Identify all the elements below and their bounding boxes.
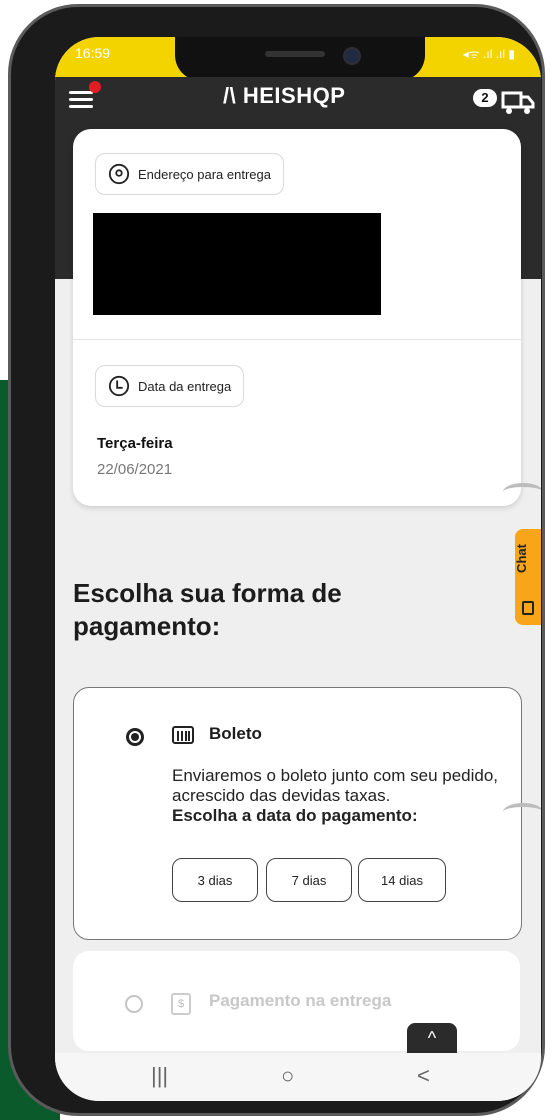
chat-tab[interactable]: Chat xyxy=(513,529,541,625)
phone-frame: 16:59 ◂ᯤ .ıl .ıl ▮ /\ HEISHQP 2 Endereço… xyxy=(8,4,545,1116)
payment-section-title: Escolha sua forma de pagamento: xyxy=(73,578,342,641)
cart-count-badge: 2 xyxy=(473,89,497,107)
menu-line xyxy=(69,98,93,101)
android-navigation-bar: ||| ○ < xyxy=(55,1053,541,1101)
notification-dot xyxy=(89,81,101,93)
boleto-radio[interactable] xyxy=(126,728,144,746)
barcode-icon xyxy=(172,726,194,744)
payment-7-days-button[interactable]: 7 dias xyxy=(266,858,352,902)
cash-icon: $ xyxy=(171,993,191,1015)
chat-label: Chat xyxy=(513,544,529,573)
back-button[interactable]: < xyxy=(417,1063,430,1089)
home-button[interactable]: ○ xyxy=(281,1063,294,1089)
payment-14-days-button[interactable]: 14 dias xyxy=(358,858,446,902)
logo-text: HEISHQP xyxy=(242,83,346,108)
recent-apps-button[interactable]: ||| xyxy=(151,1063,168,1089)
boleto-label: Boleto xyxy=(209,724,262,743)
boleto-option-card[interactable]: Boleto Enviaremos o boleto junto com seu… xyxy=(73,687,522,940)
scroll-indicator-arc xyxy=(503,803,541,821)
delivery-card: Endereço para entrega Data da entrega Te… xyxy=(73,129,521,506)
front-camera xyxy=(343,47,361,65)
scroll-indicator-arc xyxy=(503,483,541,501)
payment-3-days-button[interactable]: 3 dias xyxy=(172,858,258,902)
redacted-address xyxy=(93,213,381,315)
clock-icon xyxy=(108,375,130,397)
delivery-date-pill[interactable]: Data da entrega xyxy=(95,365,245,407)
scroll-to-top-button[interactable]: ^ xyxy=(407,1023,457,1053)
menu-line xyxy=(69,91,93,94)
app-screen: 16:59 ◂ᯤ .ıl .ıl ▮ /\ HEISHQP 2 Endereço… xyxy=(55,37,541,1101)
camera-notch xyxy=(175,37,425,81)
cash-on-delivery-radio[interactable] xyxy=(125,995,143,1013)
status-time: 16:59 xyxy=(75,45,111,61)
delivery-date: 22/06/2021 xyxy=(97,461,173,478)
boleto-description: Enviaremos o boleto junto com seu pedido… xyxy=(172,766,502,826)
cash-on-delivery-label: Pagamento na entrega xyxy=(209,991,392,1010)
boleto-description-text: Enviaremos o boleto junto com seu pedido… xyxy=(172,766,499,805)
choose-date-prompt: Escolha a data do pagamento: xyxy=(172,806,418,825)
address-label: Endereço para entrega xyxy=(138,166,271,182)
address-pill[interactable]: Endereço para entrega xyxy=(95,153,284,195)
heishop-logo[interactable]: /\ HEISHQP xyxy=(223,83,345,109)
truck-icon xyxy=(501,91,535,114)
hamburger-menu-button[interactable] xyxy=(69,81,101,111)
card-divider xyxy=(73,339,521,340)
menu-line xyxy=(69,105,93,108)
status-icons: ◂ᯤ .ıl .ıl ▮ xyxy=(462,47,515,61)
chat-icon xyxy=(522,601,534,615)
delivery-date-label: Data da entrega xyxy=(138,378,232,394)
logo-mark: /\ xyxy=(223,83,243,108)
speaker-grille xyxy=(265,51,325,57)
delivery-weekday: Terça-feira xyxy=(97,435,173,452)
location-pin-icon xyxy=(108,163,130,185)
app-header: /\ HEISHQP 2 xyxy=(55,77,541,129)
